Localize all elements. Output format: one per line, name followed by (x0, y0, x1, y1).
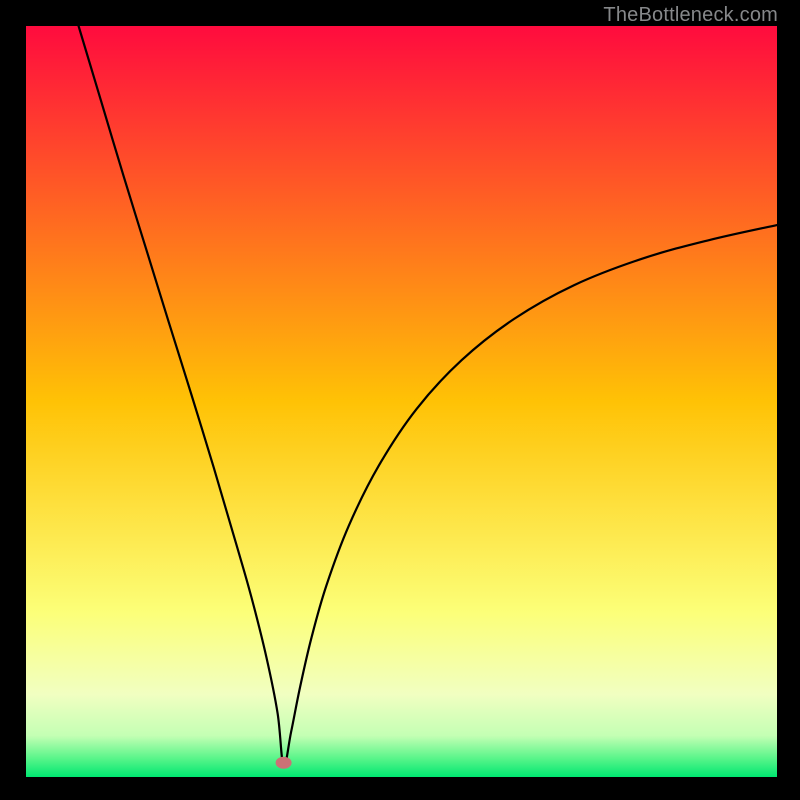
watermark-label: TheBottleneck.com (603, 4, 778, 27)
chart-canvas (0, 0, 800, 800)
plot-background (26, 26, 777, 777)
optimum-marker (276, 757, 292, 769)
